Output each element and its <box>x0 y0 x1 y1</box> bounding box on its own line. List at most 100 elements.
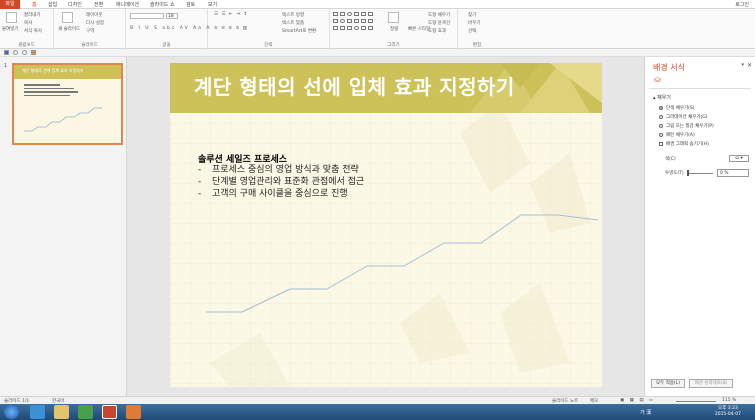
thumbnail-title: 계단 형태의 선에 입체 효과 지정하기 <box>22 68 84 73</box>
undo-icon[interactable] <box>13 50 18 55</box>
fill-section-header[interactable]: ▴ 채우기 <box>653 94 671 101</box>
shape-fill-button[interactable]: 도형 채우기 <box>428 12 450 18</box>
quick-styles-button[interactable]: 빠른 스타일 <box>408 26 430 32</box>
solid-fill-option[interactable]: 단색 채우기(S) <box>659 105 695 111</box>
reset-background-button[interactable]: 배경 원래대로(B) <box>689 379 733 388</box>
replace-button[interactable]: 바꾸기 <box>468 20 480 26</box>
gradient-fill-option[interactable]: 그라데이션 채우기(G) <box>659 114 708 120</box>
reset-button[interactable]: 다시 설정 <box>86 20 104 26</box>
paragraph-group: ☰ ☰ ⇤ ⇥ ↕ ≡ ≡ ≡ ≡ ▥ 텍스트 방향 텍스트 맞춤 SmartA… <box>208 9 330 49</box>
windows-taskbar: 가 漢 오후 3:23 2015-04-07 <box>0 404 755 420</box>
pattern-fill-option[interactable]: 패턴 채우기(A) <box>659 132 695 138</box>
slideshow-icon[interactable] <box>31 50 36 55</box>
align-buttons[interactable]: ≡ ≡ ≡ ≡ ▥ <box>214 26 248 31</box>
find-button[interactable]: 찾기 <box>468 12 476 18</box>
drawing-group: 정렬 빠른 스타일 도형 채우기 도형 윤곽선 도형 효과 그리기 <box>330 9 458 49</box>
font-label: 글꼴 <box>162 43 171 48</box>
powerpoint-icon[interactable] <box>102 405 117 419</box>
thumbnail-step-line <box>24 107 102 132</box>
font-format-buttons[interactable]: B I U S abc AV Aa A <box>130 26 211 31</box>
clipboard-label: 클립보드 <box>18 43 35 48</box>
pane-options-icon[interactable]: ▾ <box>741 62 744 68</box>
new-slide-icon[interactable] <box>62 12 73 23</box>
font-name-input[interactable] <box>130 13 164 19</box>
smartart-button[interactable]: SmartArt로 변환 <box>282 28 316 34</box>
paste-icon[interactable] <box>6 12 17 23</box>
picture-fill-option[interactable]: 그림 또는 질감 채우기(P) <box>659 123 714 129</box>
shape-effects-button[interactable]: 도형 효과 <box>428 28 446 34</box>
ime-indicator[interactable]: 가 漢 <box>640 409 651 416</box>
transparency-slider-track[interactable] <box>687 173 713 174</box>
view-buttons[interactable]: ▣ ▦ ▤ ▭ <box>620 398 655 403</box>
editing-label: 편집 <box>472 43 482 48</box>
quick-access-toolbar <box>0 49 755 57</box>
slide-canvas[interactable]: 계단 형태의 선에 입체 효과 지정하기 솔루션 세일즈 프로세스 - 프로세스 … <box>170 63 602 387</box>
arrange-button[interactable]: 정렬 <box>390 26 398 32</box>
redo-icon[interactable] <box>22 50 27 55</box>
select-button[interactable]: 선택 <box>468 28 476 34</box>
slides-label: 슬라이드 <box>81 43 98 48</box>
font-group: 18 B I U S abc AV Aa A 글꼴 <box>126 9 211 49</box>
ribbon: 붙여넣기 잘라내기 복사 서식 복사 클립보드 새 슬라이드 레이아웃 다시 설… <box>0 9 755 49</box>
start-button[interactable] <box>4 405 19 419</box>
save-icon[interactable] <box>4 50 9 55</box>
format-pane-title: 배경 서식 <box>653 63 685 72</box>
tab-file[interactable]: 파일 <box>0 0 20 9</box>
login-link[interactable]: 로그인 <box>735 1 749 8</box>
system-clock[interactable]: 오후 3:23 2015-04-07 <box>715 406 741 418</box>
tab-view[interactable]: 보기 <box>208 1 217 9</box>
explorer-icon[interactable] <box>54 405 69 419</box>
font-size-input[interactable]: 18 <box>166 13 178 19</box>
shapes-gallery[interactable] <box>333 12 381 38</box>
format-background-pane: 배경 서식 ▾ ✕ ⛀ ▴ 채우기 단색 채우기(S) 그라데이션 채우기(G)… <box>644 57 755 396</box>
slide-thumbnail-pane: 1 계단 형태의 선에 입체 효과 지정하기 <box>0 57 127 396</box>
zoom-slider[interactable] <box>676 401 716 402</box>
arrange-icon[interactable] <box>388 12 399 23</box>
color-picker-button[interactable]: ⛀ ▾ <box>729 155 749 162</box>
tab-home[interactable]: 홈 <box>32 1 37 9</box>
tab-design[interactable]: 디자인 <box>68 1 82 9</box>
paste-button[interactable]: 붙여넣기 <box>2 26 19 32</box>
pane-divider <box>649 88 751 89</box>
editing-group: 찾기 바꾸기 선택 편집 <box>458 9 496 49</box>
new-slide-button[interactable]: 새 슬라이드 <box>58 26 80 32</box>
paragraph-label: 단락 <box>264 43 273 48</box>
align-text-button[interactable]: 텍스트 맞춤 <box>282 20 304 26</box>
media-player-icon[interactable] <box>78 405 93 419</box>
list-buttons[interactable]: ☰ ☰ ⇤ ⇥ ↕ <box>214 12 248 17</box>
transparency-input[interactable]: 0 % <box>717 169 749 177</box>
step-line-shape[interactable] <box>170 63 602 387</box>
text-direction-button[interactable]: 텍스트 방향 <box>282 12 304 18</box>
transparency-label: 투명도(T) <box>665 171 684 176</box>
layout-button[interactable]: 레이아웃 <box>86 12 103 18</box>
tab-slideshow[interactable]: 슬라이드 쇼 <box>150 1 175 9</box>
ribbon-tab-bar: 파일 홈 삽입 디자인 전환 애니메이션 슬라이드 쇼 검토 보기 로그인 <box>0 0 755 9</box>
tab-insert[interactable]: 삽입 <box>48 1 57 9</box>
clipboard-group: 붙여넣기 잘라내기 복사 서식 복사 클립보드 <box>0 9 54 49</box>
shape-outline-button[interactable]: 도형 윤곽선 <box>428 20 450 26</box>
apply-all-button[interactable]: 모두 적용(L) <box>651 379 685 388</box>
zoom-level[interactable]: 115 % <box>722 398 736 403</box>
paint-icon[interactable] <box>126 405 141 419</box>
ie-icon[interactable] <box>30 405 45 419</box>
color-label: 색(C) <box>665 157 676 162</box>
thumbnail-body <box>24 84 84 98</box>
format-painter-button[interactable]: 서식 복사 <box>24 28 42 34</box>
drawing-label: 그리기 <box>387 43 400 48</box>
slide-number: 1 <box>4 63 8 69</box>
close-icon[interactable]: ✕ <box>747 62 752 69</box>
thumbnail-header: 계단 형태의 선에 입체 효과 지정하기 <box>14 65 121 79</box>
hide-background-graphics-checkbox[interactable]: 배경 그래픽 숨기기(H) <box>659 141 709 147</box>
tab-animations[interactable]: 애니메이션 <box>116 1 139 9</box>
section-button[interactable]: 구역 <box>86 28 94 34</box>
tab-transitions[interactable]: 전환 <box>94 1 103 9</box>
cut-button[interactable]: 잘라내기 <box>24 12 41 18</box>
fill-bucket-icon[interactable]: ⛀ <box>654 75 661 84</box>
slide-editor: 계단 형태의 선에 입체 효과 지정하기 솔루션 세일즈 프로세스 - 프로세스 … <box>128 57 644 396</box>
status-bar: 슬라이드 1/1 한국어 슬라이드 노트 메모 ▣ ▦ ▤ ▭ 115 % <box>0 396 755 404</box>
slides-group: 새 슬라이드 레이아웃 다시 설정 구역 슬라이드 <box>54 9 126 49</box>
tab-review[interactable]: 검토 <box>186 1 195 9</box>
copy-button[interactable]: 복사 <box>24 20 32 26</box>
transparency-slider-handle[interactable] <box>687 170 689 176</box>
slide-thumbnail-1[interactable]: 계단 형태의 선에 입체 효과 지정하기 <box>12 63 123 145</box>
